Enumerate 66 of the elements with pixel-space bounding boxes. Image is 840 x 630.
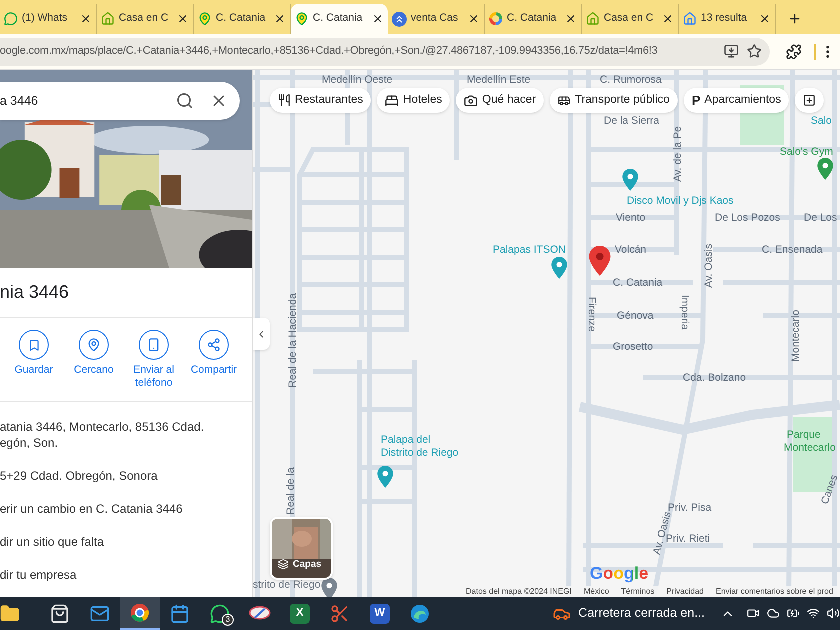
notification-text[interactable]: Carretera cerrada en... <box>578 604 705 623</box>
search-text: a 3446 <box>0 92 40 110</box>
street-label: C. Ensenada <box>762 244 823 256</box>
category-chip[interactable]: Transporte público <box>550 88 678 113</box>
street-label: Medellín Oeste <box>322 74 393 86</box>
street-label: Av. Oasis <box>703 244 715 288</box>
action-button[interactable]: Compartir <box>184 330 244 377</box>
action-button[interactable]: Guardar <box>4 330 64 377</box>
address-field[interactable]: oogle.com.mx/maps/place/C.+Catania+3446,+Montecarlo,+85136+Cdad.+Obregón,+Son./@27.4867187,-109.9943356,16.75z/data=!4m6!3 <box>0 38 770 66</box>
tab-title: venta Cas <box>411 11 458 26</box>
street-label: De la Sierra <box>604 115 660 127</box>
street-label: Canes <box>819 473 840 506</box>
street-label: Montecarlo <box>790 310 802 362</box>
street-label: Génova <box>617 310 654 322</box>
tab-title: Casa en C <box>604 11 654 26</box>
spreadsheet-app-icon: X <box>290 604 310 624</box>
tab-title: C. Catania <box>507 11 557 26</box>
street-label: Medellín Este <box>467 74 531 86</box>
parking-glyph: P <box>692 92 701 110</box>
category-chip[interactable]: Restaurantes <box>270 88 372 113</box>
street-label: Real de la <box>285 468 297 515</box>
search-field[interactable]: a 3446 <box>0 82 240 120</box>
taskbar-app[interactable]: 3 <box>200 597 240 630</box>
place-label[interactable]: strito de Riego <box>253 579 321 591</box>
street-label: De Los Pozos <box>715 212 780 224</box>
street-label: Av. de la Pe <box>672 126 684 182</box>
place-title: nia 3446 <box>0 281 70 304</box>
tab-title: C. Catania <box>313 11 363 26</box>
tab-title: Casa en C <box>119 11 169 26</box>
footer-link[interactable]: México <box>584 586 610 596</box>
street-label: C. Rumorosa <box>600 74 662 86</box>
street-label: Priv. Pisa <box>668 502 712 514</box>
street-label: Imperia <box>679 295 691 330</box>
browser-tab[interactable]: C. Catania <box>291 4 388 34</box>
footer-link[interactable]: Términos <box>621 586 655 596</box>
url-text: oogle.com.mx/maps/place/C.+Catania+3446,+Montecarlo,+85136+Cdad.+Obregón,+Son./@27.4867187,-109.9943356,16.75z/data=!4m6!3 <box>0 44 658 60</box>
detail-text[interactable]: 5+29 Cdad. Obregón, Sonora <box>0 468 252 484</box>
detail-text[interactable]: atania 3446, Montecarlo, 85136 Cdad. egón, Son. <box>0 419 252 451</box>
street-label: Volcán <box>615 244 647 256</box>
attribution-text: Datos del mapa ©2024 INEGI <box>466 586 572 596</box>
category-chip[interactable]: Hoteles <box>377 88 450 113</box>
street-label: De Los <box>804 212 838 224</box>
tab-title: C. Catania <box>216 11 266 26</box>
street-label: Firenze <box>586 297 598 332</box>
tab-title: (1) Whats <box>22 11 68 26</box>
taskbar-app[interactable]: W <box>360 597 400 630</box>
detail-text[interactable]: dir un sitio que falta <box>0 534 252 550</box>
action-button[interactable]: Cercano <box>64 330 124 377</box>
detail-text[interactable]: dir tu empresa <box>0 567 252 583</box>
taskbar-app[interactable]: X <box>280 597 320 630</box>
category-chip[interactable]: P Aparcamientos <box>684 88 790 113</box>
layers-label: Capas <box>293 558 322 572</box>
detail-text[interactable]: erir un cambio en C. Catania 3446 <box>0 501 252 517</box>
street-label: Real de la Hacienda <box>287 293 299 388</box>
category-chip[interactable]: Qué hacer <box>456 88 544 113</box>
action-button[interactable]: Enviar al teléfono <box>124 330 184 390</box>
footer-link[interactable]: Enviar comentarios sobre el prod <box>716 586 834 596</box>
street-label: C. Catania <box>613 277 663 289</box>
street-label: Grosetto <box>613 341 654 353</box>
tab-title: 13 resulta <box>701 11 748 26</box>
document-app-icon: W <box>370 604 390 624</box>
layers-button[interactable]: Capas <box>270 517 333 580</box>
street-label: Viento <box>616 212 646 224</box>
notification-badge: 3 <box>222 614 234 626</box>
footer-link[interactable]: Privacidad <box>666 586 704 596</box>
street-label: Cda. Bolzano <box>683 372 746 384</box>
